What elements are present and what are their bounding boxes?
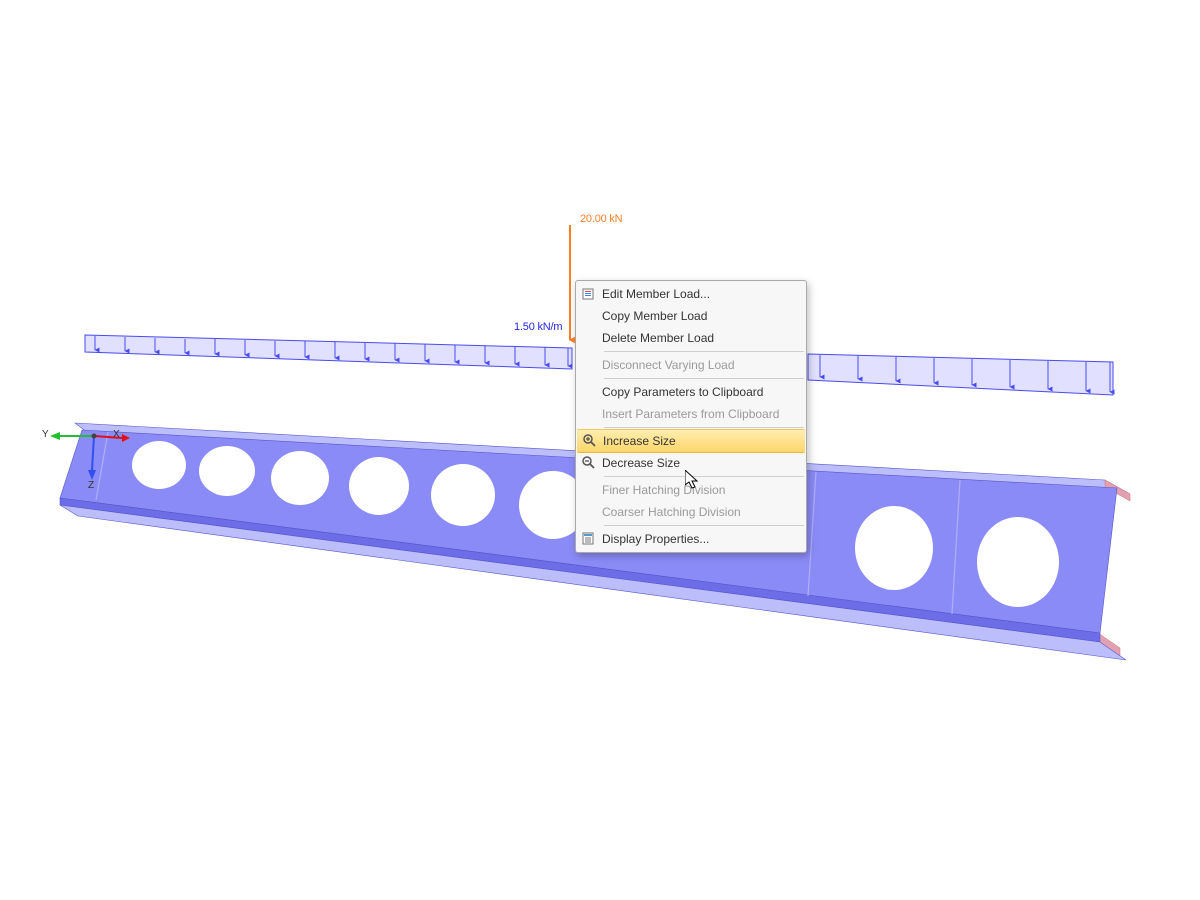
props-icon — [576, 528, 602, 550]
zoom-in-icon — [577, 430, 603, 452]
menu-item-label: Display Properties... — [602, 528, 798, 550]
blank-icon — [576, 354, 602, 376]
axis-y-label: Y — [42, 429, 49, 440]
menu-item-label: Copy Member Load — [602, 305, 798, 327]
menu-item-label: Disconnect Varying Load — [602, 354, 798, 376]
menu-item-label: Insert Parameters from Clipboard — [602, 403, 798, 425]
blank-icon — [576, 479, 602, 501]
menu-item-label: Increase Size — [603, 430, 797, 452]
point-load-label: 20.00 kN — [580, 213, 622, 225]
context-menu[interactable]: Edit Member Load...Copy Member LoadDelet… — [575, 280, 807, 553]
menu-item-copy-parameters-to-clipboard[interactable]: Copy Parameters to Clipboard — [576, 381, 806, 403]
context-menu-separator — [604, 351, 804, 352]
distributed-load-label: 1.50 kN/m — [514, 321, 562, 333]
viewport-3d[interactable]: 20.00 kN 1.50 kN/m X Y Z Edit Member Loa… — [0, 0, 1200, 900]
context-menu-separator — [604, 476, 804, 477]
blank-icon — [576, 327, 602, 349]
menu-item-finer-hatching-division: Finer Hatching Division — [576, 479, 806, 501]
context-menu-separator — [604, 525, 804, 526]
context-menu-separator — [604, 427, 804, 428]
blank-icon — [576, 305, 602, 327]
menu-item-decrease-size[interactable]: Decrease Size — [576, 452, 806, 474]
blank-icon — [576, 381, 602, 403]
menu-item-copy-member-load[interactable]: Copy Member Load — [576, 305, 806, 327]
context-menu-separator — [604, 378, 804, 379]
menu-item-label: Delete Member Load — [602, 327, 798, 349]
menu-item-insert-parameters-from-clipboard: Insert Parameters from Clipboard — [576, 403, 806, 425]
menu-item-display-properties[interactable]: Display Properties... — [576, 528, 806, 550]
menu-item-label: Copy Parameters to Clipboard — [602, 381, 798, 403]
axis-x-label: X — [113, 429, 120, 440]
menu-item-coarser-hatching-division: Coarser Hatching Division — [576, 501, 806, 523]
blank-icon — [576, 501, 602, 523]
zoom-out-icon — [576, 452, 602, 474]
menu-item-label: Finer Hatching Division — [602, 479, 798, 501]
axis-z-label: Z — [88, 480, 94, 491]
menu-item-disconnect-varying-load: Disconnect Varying Load — [576, 354, 806, 376]
menu-item-increase-size[interactable]: Increase Size — [577, 429, 805, 453]
menu-item-label: Edit Member Load... — [602, 283, 798, 305]
blank-icon — [576, 403, 602, 425]
menu-item-delete-member-load[interactable]: Delete Member Load — [576, 327, 806, 349]
edit-icon — [576, 283, 602, 305]
menu-item-label: Decrease Size — [602, 452, 798, 474]
menu-item-label: Coarser Hatching Division — [602, 501, 798, 523]
menu-item-edit-member-load[interactable]: Edit Member Load... — [576, 283, 806, 305]
